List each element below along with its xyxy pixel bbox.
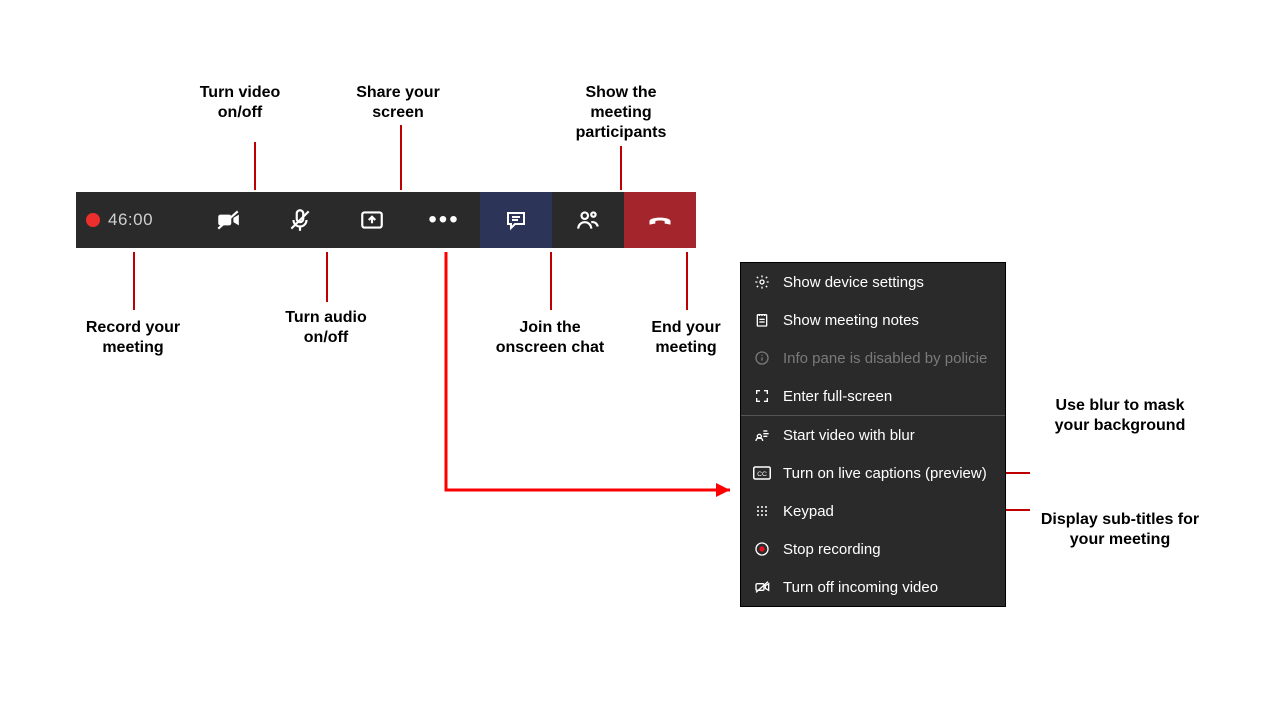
video-toggle-button[interactable] bbox=[192, 192, 264, 248]
menu-item-label: Turn off incoming video bbox=[783, 579, 993, 596]
annotation-line bbox=[686, 252, 688, 310]
menu-item-captions[interactable]: CC Turn on live captions (preview) bbox=[741, 454, 1005, 492]
ellipsis-icon: ••• bbox=[428, 208, 459, 232]
menu-item-label: Stop recording bbox=[783, 541, 993, 558]
more-actions-button[interactable]: ••• bbox=[408, 192, 480, 248]
people-icon bbox=[575, 207, 601, 233]
record-icon bbox=[753, 540, 771, 558]
chat-button[interactable] bbox=[480, 192, 552, 248]
recording-time: 46:00 bbox=[108, 210, 153, 230]
video-off-icon bbox=[753, 578, 771, 596]
annotation-line bbox=[620, 146, 622, 190]
video-off-icon bbox=[215, 207, 241, 233]
annotation-line bbox=[254, 142, 256, 190]
notes-icon bbox=[753, 311, 771, 329]
callout-record: Record your meeting bbox=[73, 318, 193, 358]
menu-item-label: Start video with blur bbox=[783, 427, 993, 444]
blur-icon bbox=[753, 426, 771, 444]
recording-indicator[interactable]: 46:00 bbox=[76, 192, 192, 248]
chat-icon bbox=[504, 208, 528, 232]
mic-off-icon bbox=[287, 207, 313, 233]
menu-item-label: Show device settings bbox=[783, 274, 993, 291]
menu-item-label: Keypad bbox=[783, 503, 993, 520]
hang-up-icon bbox=[646, 206, 674, 234]
annotation-line bbox=[550, 252, 552, 310]
menu-item-meeting-notes[interactable]: Show meeting notes bbox=[741, 301, 1005, 339]
share-screen-icon bbox=[359, 207, 385, 233]
participants-button[interactable] bbox=[552, 192, 624, 248]
callout-blur: Use blur to mask your background bbox=[1040, 396, 1200, 436]
annotation-line bbox=[133, 252, 135, 310]
hang-up-button[interactable] bbox=[624, 192, 696, 248]
menu-item-turn-off-incoming-video[interactable]: Turn off incoming video bbox=[741, 568, 1005, 606]
gear-icon bbox=[753, 273, 771, 291]
menu-item-stop-recording[interactable]: Stop recording bbox=[741, 530, 1005, 568]
menu-item-info-pane: Info pane is disabled by policie bbox=[741, 339, 1005, 377]
meeting-toolbar: 46:00 ••• bbox=[76, 192, 696, 248]
fullscreen-icon bbox=[753, 387, 771, 405]
callout-share: Share your screen bbox=[338, 83, 458, 123]
audio-toggle-button[interactable] bbox=[264, 192, 336, 248]
menu-item-label: Enter full-screen bbox=[783, 388, 993, 405]
annotation-line bbox=[400, 125, 402, 190]
callout-participants: Show the meeting participants bbox=[561, 83, 681, 143]
info-icon bbox=[753, 349, 771, 367]
menu-item-device-settings[interactable]: Show device settings bbox=[741, 263, 1005, 301]
annotation-line bbox=[326, 252, 328, 302]
callout-captions: Display sub-titles for your meeting bbox=[1040, 510, 1200, 550]
share-screen-button[interactable] bbox=[336, 192, 408, 248]
more-actions-menu: Show device settings Show meeting notes … bbox=[740, 262, 1006, 607]
menu-item-label: Show meeting notes bbox=[783, 312, 993, 329]
callout-audio: Turn audio on/off bbox=[266, 308, 386, 348]
menu-item-label: Info pane is disabled by policie bbox=[783, 350, 993, 367]
callout-end: End your meeting bbox=[626, 318, 746, 358]
cc-icon: CC bbox=[753, 464, 771, 482]
callout-video: Turn video on/off bbox=[180, 83, 300, 123]
callout-chat: Join the onscreen chat bbox=[490, 318, 610, 358]
keypad-icon bbox=[753, 502, 771, 520]
menu-item-fullscreen[interactable]: Enter full-screen bbox=[741, 377, 1005, 415]
svg-text:CC: CC bbox=[757, 471, 767, 478]
menu-item-blur[interactable]: Start video with blur bbox=[741, 416, 1005, 454]
menu-item-keypad[interactable]: Keypad bbox=[741, 492, 1005, 530]
menu-item-label: Turn on live captions (preview) bbox=[783, 465, 993, 482]
record-dot-icon bbox=[86, 213, 100, 227]
